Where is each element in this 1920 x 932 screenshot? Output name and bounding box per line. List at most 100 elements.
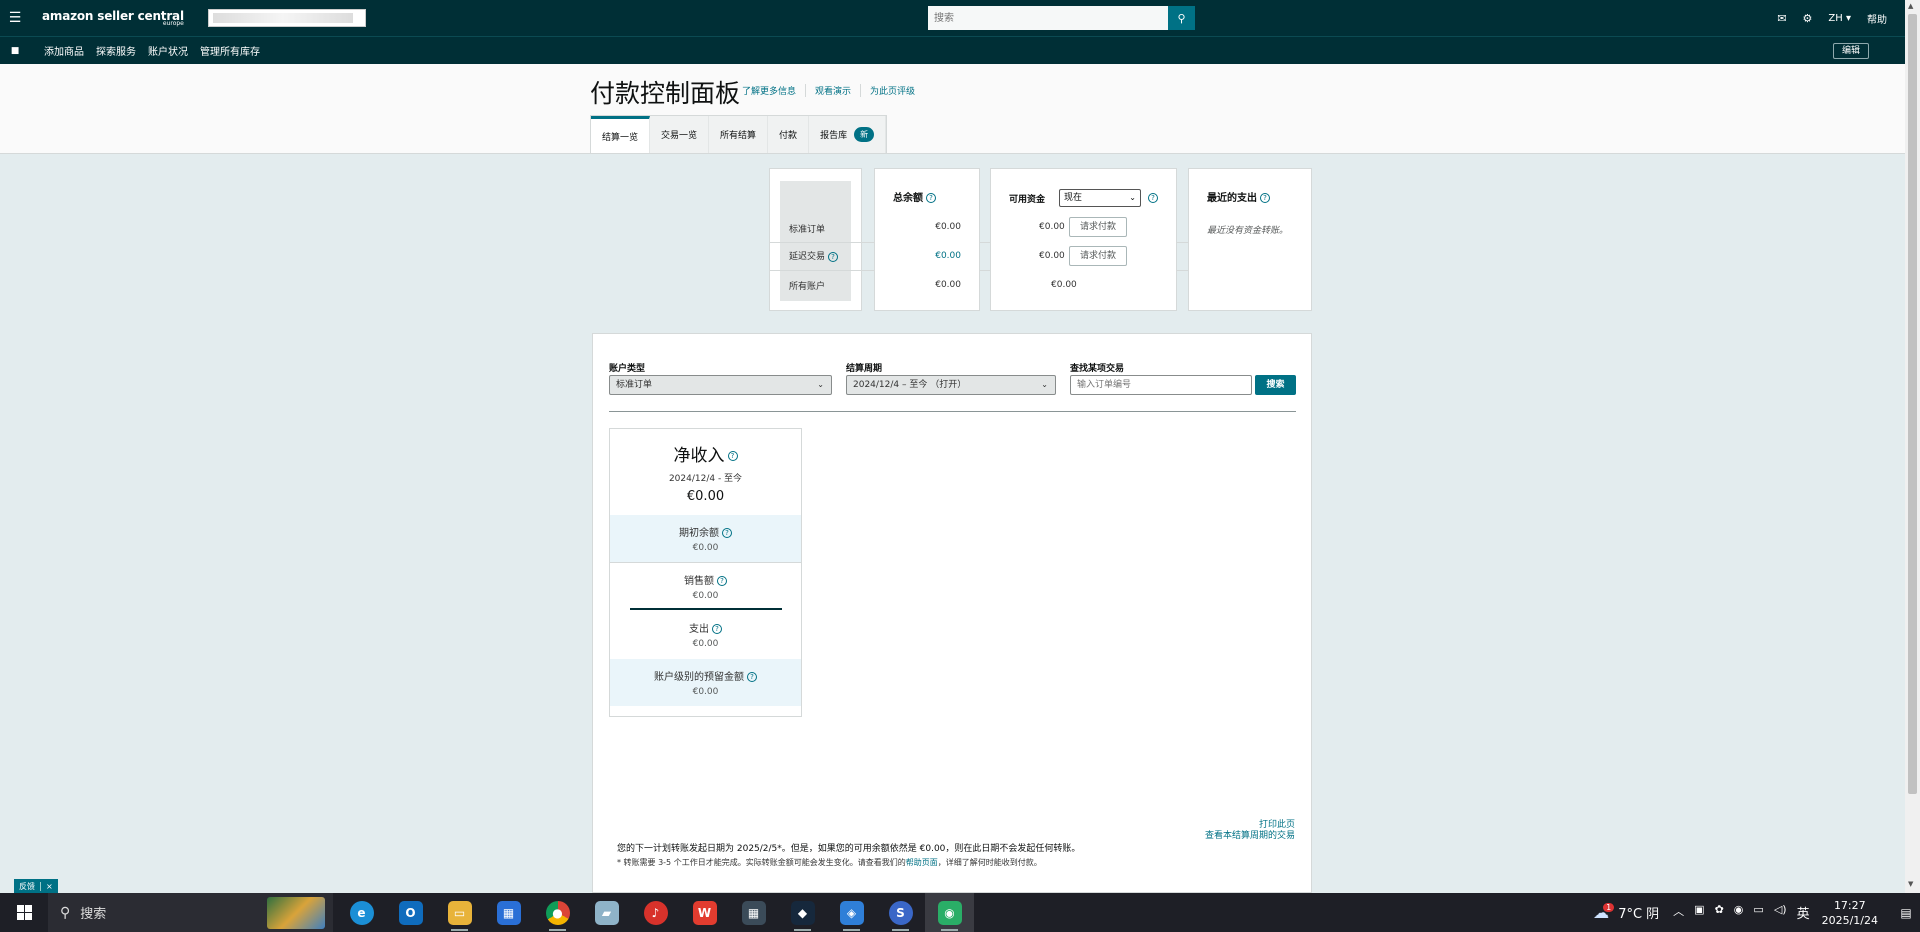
taskbar-netease-music[interactable]: ♪: [631, 893, 680, 932]
expenses-row[interactable]: 支出? €0.00: [610, 611, 801, 658]
tab-all-settlements[interactable]: 所有结算: [709, 116, 769, 153]
start-button[interactable]: [0, 893, 48, 932]
tray-network-app-icon[interactable]: ✿: [1715, 903, 1724, 922]
tab-payments[interactable]: 付款: [768, 116, 810, 153]
nav-item-manage-inventory[interactable]: 管理所有库存: [200, 43, 260, 58]
deferred-help-icon[interactable]: ?: [828, 251, 839, 262]
taskbar-browser-s[interactable]: S: [876, 893, 925, 932]
volume-icon[interactable]: ◁): [1774, 903, 1787, 922]
taskbar-app-dark[interactable]: ◆: [778, 893, 827, 932]
dashboard-tabs: 结算一览 交易一览 所有结算 付款 报告库 新: [590, 115, 888, 153]
filter-separator: [609, 411, 1296, 412]
notification-icon[interactable]: ▤: [1892, 906, 1920, 920]
ime-indicator[interactable]: 英: [1797, 903, 1810, 922]
net-income-range: 2024/12/4 - 至今: [668, 474, 743, 484]
tab-reports-library[interactable]: 报告库 新: [809, 116, 887, 153]
expenses-help-icon[interactable]: ?: [712, 624, 722, 634]
total-balance-title-text: 总余额: [893, 193, 923, 204]
feedback-close-icon[interactable]: ×: [40, 881, 58, 891]
help-link[interactable]: 帮助: [1867, 11, 1887, 26]
network-icon[interactable]: ▭: [1753, 903, 1763, 922]
language-selector[interactable]: ZH ▾: [1828, 13, 1851, 24]
wps-icon: W: [692, 900, 717, 925]
request-payment-button-deferred[interactable]: 请求付款: [1069, 246, 1127, 266]
view-period-transactions-link[interactable]: 查看本结算周期的交易: [1205, 831, 1295, 842]
learn-more-link[interactable]: 了解更多信息: [742, 84, 805, 97]
settlement-period-select[interactable]: 2024/12/4 – 至今 （打开） ⌄: [846, 375, 1056, 395]
page-header: 付款控制面板 了解更多信息 观看演示 为此页评级 结算一览 交易一览 所有结算 …: [0, 64, 1905, 154]
taskbar-file-explorer[interactable]: ▭: [435, 893, 484, 932]
transfer-footnote: 您的下一计划转账发起日期为 2025/2/5*。但是，如果您的可用余额依然是 €…: [617, 843, 1080, 869]
store-selector[interactable]: [207, 9, 366, 27]
tab-transaction-overview[interactable]: 交易一览: [650, 116, 710, 153]
account-type-label: 账户类型: [609, 364, 646, 374]
taskbar-calculator[interactable]: ▦: [729, 893, 778, 932]
taskbar-wechat[interactable]: ◉: [925, 893, 974, 932]
tray-wechat-icon[interactable]: ◉: [1734, 903, 1744, 922]
reserve-row[interactable]: 账户级别的预留金额? €0.00: [610, 659, 801, 706]
weather-widget[interactable]: ☁ 1 7°C 阴: [1593, 903, 1659, 922]
global-search-input[interactable]: [928, 6, 1168, 30]
settlement-period-value: 2024/12/4 – 至今 （打开）: [853, 380, 967, 390]
watch-demo-link[interactable]: 观看演示: [805, 84, 860, 97]
settlement-period-label: 结算周期: [846, 364, 883, 374]
scrollbar-thumb[interactable]: [1908, 14, 1917, 794]
transaction-search-button[interactable]: 搜索: [1255, 375, 1296, 395]
request-payment-button-standard[interactable]: 请求付款: [1069, 217, 1127, 237]
opening-balance-help-icon[interactable]: ?: [722, 528, 732, 538]
bookmark-icon[interactable]: ■: [0, 46, 30, 56]
scroll-up-arrow-icon[interactable]: ▲: [1908, 2, 1913, 10]
chevron-up-icon[interactable]: ︿: [1673, 903, 1684, 922]
taskbar-wps[interactable]: W: [680, 893, 729, 932]
nav-item-explore-services[interactable]: 探索服务: [96, 43, 136, 58]
nav-item-add-product[interactable]: 添加商品: [44, 43, 84, 58]
seller-central-logo[interactable]: amazon seller central europe: [42, 10, 184, 27]
nav-item-account-health[interactable]: 账户状况: [148, 43, 188, 58]
hamburger-menu-icon[interactable]: ☰: [0, 10, 30, 26]
feedback-button[interactable]: 反馈: [14, 881, 40, 892]
taskbar-outlook[interactable]: O: [386, 893, 435, 932]
sales-row[interactable]: 销售额? €0.00: [610, 563, 801, 610]
taskbar-edge[interactable]: e: [337, 893, 386, 932]
search-icon[interactable]: ⚲: [1168, 6, 1195, 30]
tray-app-icon[interactable]: ▣: [1694, 903, 1704, 922]
order-number-input[interactable]: [1070, 375, 1252, 395]
weather-badge: 1: [1603, 903, 1615, 912]
edit-nav-button[interactable]: 编辑: [1832, 43, 1869, 59]
total-standard-value: €0.00: [935, 222, 961, 232]
recent-payouts-help-icon[interactable]: ?: [1260, 193, 1270, 203]
system-clock[interactable]: 17:27 2025/1/24: [1822, 898, 1878, 928]
taskbar-store[interactable]: ▦: [484, 893, 533, 932]
tab-settlement-overview[interactable]: 结算一览: [591, 116, 651, 153]
sales-value: €0.00: [692, 591, 719, 601]
total-balance-help-icon[interactable]: ?: [926, 193, 936, 203]
gear-icon[interactable]: ⚙: [1803, 12, 1813, 25]
rate-page-link[interactable]: 为此页评级: [860, 84, 924, 97]
available-funds-title: 可用资金: [1009, 195, 1046, 205]
opening-balance-row[interactable]: 期初余额? €0.00: [610, 515, 801, 562]
taskbar-search[interactable]: ⚲ 搜索: [48, 893, 333, 932]
taskbar-browser-blue[interactable]: ◈: [827, 893, 876, 932]
total-deferred-value[interactable]: €0.00: [935, 251, 961, 261]
help-page-link[interactable]: 帮助页面: [906, 858, 938, 867]
print-page-link[interactable]: 打印此页: [1205, 820, 1295, 831]
reserve-value: €0.00: [692, 687, 719, 697]
scroll-down-arrow-icon[interactable]: ▼: [1908, 880, 1913, 888]
sales-help-icon[interactable]: ?: [717, 576, 727, 586]
chevron-down-icon: ⌄: [1129, 193, 1136, 202]
opening-balance-label: 期初余额?: [610, 524, 801, 539]
taskbar-notes[interactable]: ▰: [582, 893, 631, 932]
taskbar-chrome[interactable]: ●: [533, 893, 582, 932]
available-funds-help-icon[interactable]: ?: [1148, 193, 1158, 203]
available-period-select[interactable]: 现在 ⌄: [1059, 189, 1141, 207]
search-icon: ⚲: [60, 904, 71, 921]
windows-taskbar: ⚲ 搜索 e O ▭ ▦ ● ▰ ♪ W ▦ ◆ ◈ S ◉ ☁ 1 7°C 阴…: [0, 893, 1920, 932]
net-income-help-icon[interactable]: ?: [727, 451, 738, 461]
row-label-all-accounts: 所有账户: [789, 282, 826, 292]
folder-icon: ▭: [447, 900, 472, 925]
account-type-select[interactable]: 标准订单 ⌄: [609, 375, 832, 395]
reserve-help-icon[interactable]: ?: [747, 672, 757, 682]
page-scrollbar[interactable]: ▲ ▼: [1905, 0, 1920, 893]
mail-icon[interactable]: ✉: [1777, 12, 1786, 25]
available-period-value: 现在: [1064, 193, 1083, 203]
